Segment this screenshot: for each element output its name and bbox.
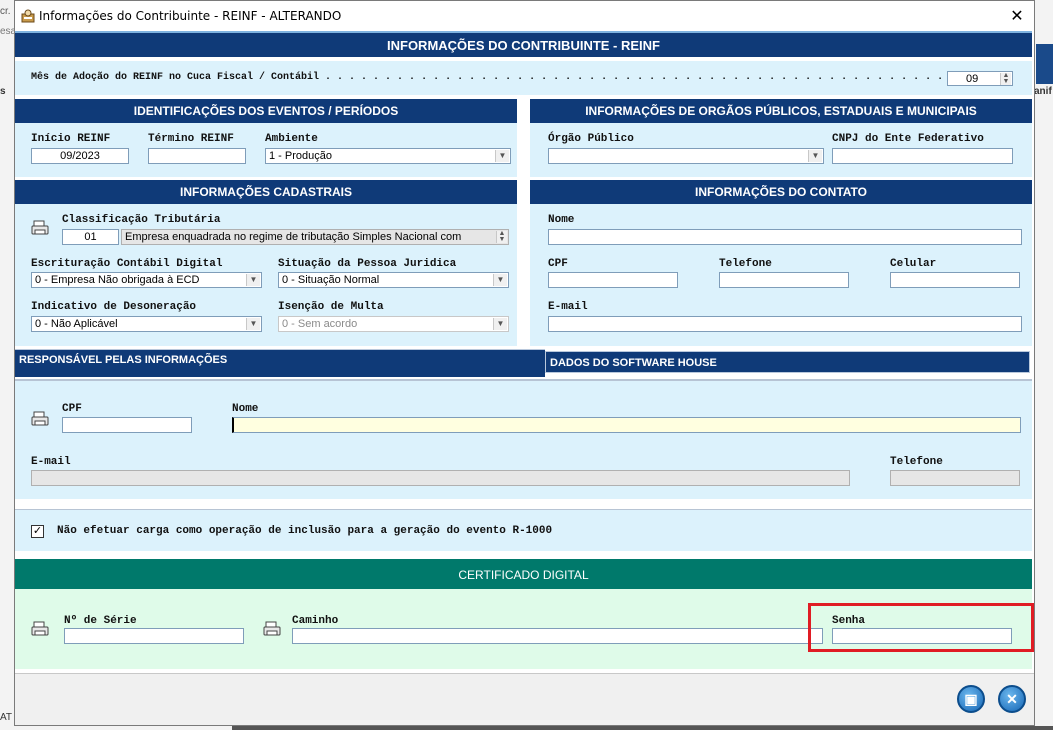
footer-bar: ▣ ✕ [15, 673, 1034, 725]
contato-email-input[interactable] [548, 316, 1022, 332]
tab-software-house[interactable]: DADOS DO SOFTWARE HOUSE [545, 351, 1030, 373]
identificacoes-header: IDENTIFICAÇÕES DOS EVENTOS / PERÍODOS [15, 99, 517, 123]
desoneracao-select[interactable]: 0 - Não Aplicável ▼ [31, 316, 262, 332]
inicio-input[interactable]: 09/2023 [31, 148, 129, 164]
classificacao-description: Empresa enquadrada no regime de tributaç… [121, 229, 509, 245]
certificado-header: CERTIFICADO DIGITAL [15, 559, 1032, 589]
background-app-icon [1036, 44, 1053, 84]
classificacao-desc-text: Empresa enquadrada no regime de tributaç… [125, 231, 462, 243]
identificacoes-panel: Início REINF 09/2023 Término REINF Ambie… [15, 123, 517, 177]
adoption-month-value: 09 [966, 73, 979, 85]
background-text: AT [0, 712, 13, 723]
background-taskbar-edge [232, 726, 1053, 730]
classificacao-code-input[interactable]: 01 [62, 229, 119, 245]
responsavel-email-input [31, 470, 850, 486]
isencao-value: 0 - Sem acordo [282, 318, 358, 330]
situacao-label: Situação da Pessoa Juridica [278, 258, 457, 270]
background-text: s [0, 86, 6, 97]
serie-input[interactable] [64, 628, 244, 644]
contato-email-label: E-mail [548, 301, 588, 313]
orgaos-header: INFORMAÇÕES DE ORGÃOS PÚBLICOS, ESTADUAI… [530, 99, 1032, 123]
termino-input[interactable] [148, 148, 246, 164]
adoption-month-stepper[interactable]: 09 ▲ ▼ [947, 71, 1013, 86]
isencao-label: Isenção de Multa [278, 301, 384, 313]
chevron-down-icon[interactable]: ▼ [246, 318, 260, 330]
spin-arrows-icon[interactable]: ▲ ▼ [1000, 72, 1011, 85]
responsavel-panel: CPF Nome E-mail Telefone [15, 379, 1032, 499]
main-header: INFORMAÇÕES DO CONTRIBUINTE - REINF [15, 31, 1032, 57]
chevron-down-icon[interactable]: ▼ [493, 274, 507, 286]
caminho-label: Caminho [292, 615, 339, 627]
contato-celular-input[interactable] [890, 272, 1020, 288]
inicio-label: Início REINF [31, 133, 111, 145]
contato-cpf-input[interactable] [548, 272, 678, 288]
background-text: esa [0, 26, 14, 37]
classificacao-label: Classificação Tributária [62, 214, 221, 226]
cnpj-input[interactable] [832, 148, 1013, 164]
app-icon [21, 9, 35, 23]
window-title: Informações do Contribuinte - REINF - AL… [39, 9, 342, 23]
responsavel-telefone-input [890, 470, 1020, 486]
responsavel-nome-input[interactable] [232, 417, 1021, 433]
contato-telefone-input[interactable] [719, 272, 849, 288]
chevron-down-icon[interactable]: ▼ [246, 274, 260, 286]
situacao-select[interactable]: 0 - Situação Normal ▼ [278, 272, 509, 288]
adoption-label: Mês de Adoção do REINF no Cuca Fiscal / … [31, 72, 956, 83]
carga-label: Não efetuar carga como operação de inclu… [57, 525, 553, 537]
tab-responsavel[interactable]: RESPONSÁVEL PELAS INFORMAÇÕES [15, 349, 545, 377]
orgao-label: Órgão Público [548, 133, 634, 145]
isencao-select: 0 - Sem acordo ▼ [278, 316, 509, 332]
chevron-down-icon[interactable]: ▼ [495, 150, 509, 162]
chevron-down-icon[interactable]: ▼ [808, 150, 822, 162]
contato-header: INFORMAÇÕES DO CONTATO [530, 180, 1032, 204]
caminho-input[interactable] [292, 628, 823, 644]
printer-icon[interactable] [31, 411, 49, 427]
background-text: cr. [0, 6, 11, 17]
responsavel-email-label: E-mail [31, 456, 71, 468]
responsavel-cpf-input[interactable] [62, 417, 192, 433]
ambiente-label: Ambiente [265, 133, 318, 145]
ambiente-value: 1 - Produção [269, 150, 332, 162]
contato-telefone-label: Telefone [719, 258, 772, 270]
contato-cpf-label: CPF [548, 258, 568, 270]
adoption-panel: Mês de Adoção do REINF no Cuca Fiscal / … [15, 61, 1032, 95]
ambiente-select[interactable]: 1 - Produção ▼ [265, 148, 511, 164]
cnpj-label: CNPJ do Ente Federativo [832, 133, 984, 145]
window-close-button[interactable]: ✕ [1005, 5, 1029, 27]
carga-panel: ✓ Não efetuar carga como operação de inc… [15, 509, 1032, 551]
carga-checkbox[interactable]: ✓ [31, 525, 44, 538]
situacao-value: 0 - Situação Normal [282, 274, 380, 286]
dialog-window: Informações do Contribuinte - REINF - AL… [14, 0, 1035, 726]
contato-nome-label: Nome [548, 214, 575, 226]
save-button[interactable]: ▣ [957, 685, 985, 713]
contato-nome-input[interactable] [548, 229, 1022, 245]
contato-panel: Nome CPF Telefone Celular E-mail [530, 204, 1032, 346]
background-text: anif [1034, 86, 1052, 97]
cadastrais-panel: Classificação Tributária 01 Empresa enqu… [15, 204, 517, 346]
responsavel-nome-label: Nome [232, 403, 259, 415]
printer-icon[interactable] [31, 621, 49, 637]
escrituracao-label: Escrituração Contábil Digital [31, 258, 223, 270]
orgao-select[interactable]: ▼ [548, 148, 824, 164]
scroll-arrows-icon[interactable]: ▲ ▼ [496, 230, 507, 243]
escrituracao-value: 0 - Empresa Não obrigada à ECD [35, 274, 200, 286]
printer-icon[interactable] [31, 220, 49, 236]
desoneracao-value: 0 - Não Aplicável [35, 318, 118, 330]
printer-icon[interactable] [263, 621, 281, 637]
desoneracao-label: Indicativo de Desoneração [31, 301, 197, 313]
escrituracao-select[interactable]: 0 - Empresa Não obrigada à ECD ▼ [31, 272, 262, 288]
close-button[interactable]: ✕ [998, 685, 1026, 713]
serie-label: Nº de Série [64, 615, 137, 627]
responsavel-cpf-label: CPF [62, 403, 82, 415]
responsavel-telefone-label: Telefone [890, 456, 943, 468]
cadastrais-header: INFORMAÇÕES CADASTRAIS [15, 180, 517, 204]
contato-celular-label: Celular [890, 258, 937, 270]
termino-label: Término REINF [148, 133, 234, 145]
title-bar[interactable]: Informações do Contribuinte - REINF - AL… [15, 1, 1034, 31]
orgaos-panel: Órgão Público ▼ CNPJ do Ente Federativo [530, 123, 1032, 177]
chevron-down-icon: ▼ [493, 318, 507, 330]
highlight-box [808, 603, 1034, 652]
